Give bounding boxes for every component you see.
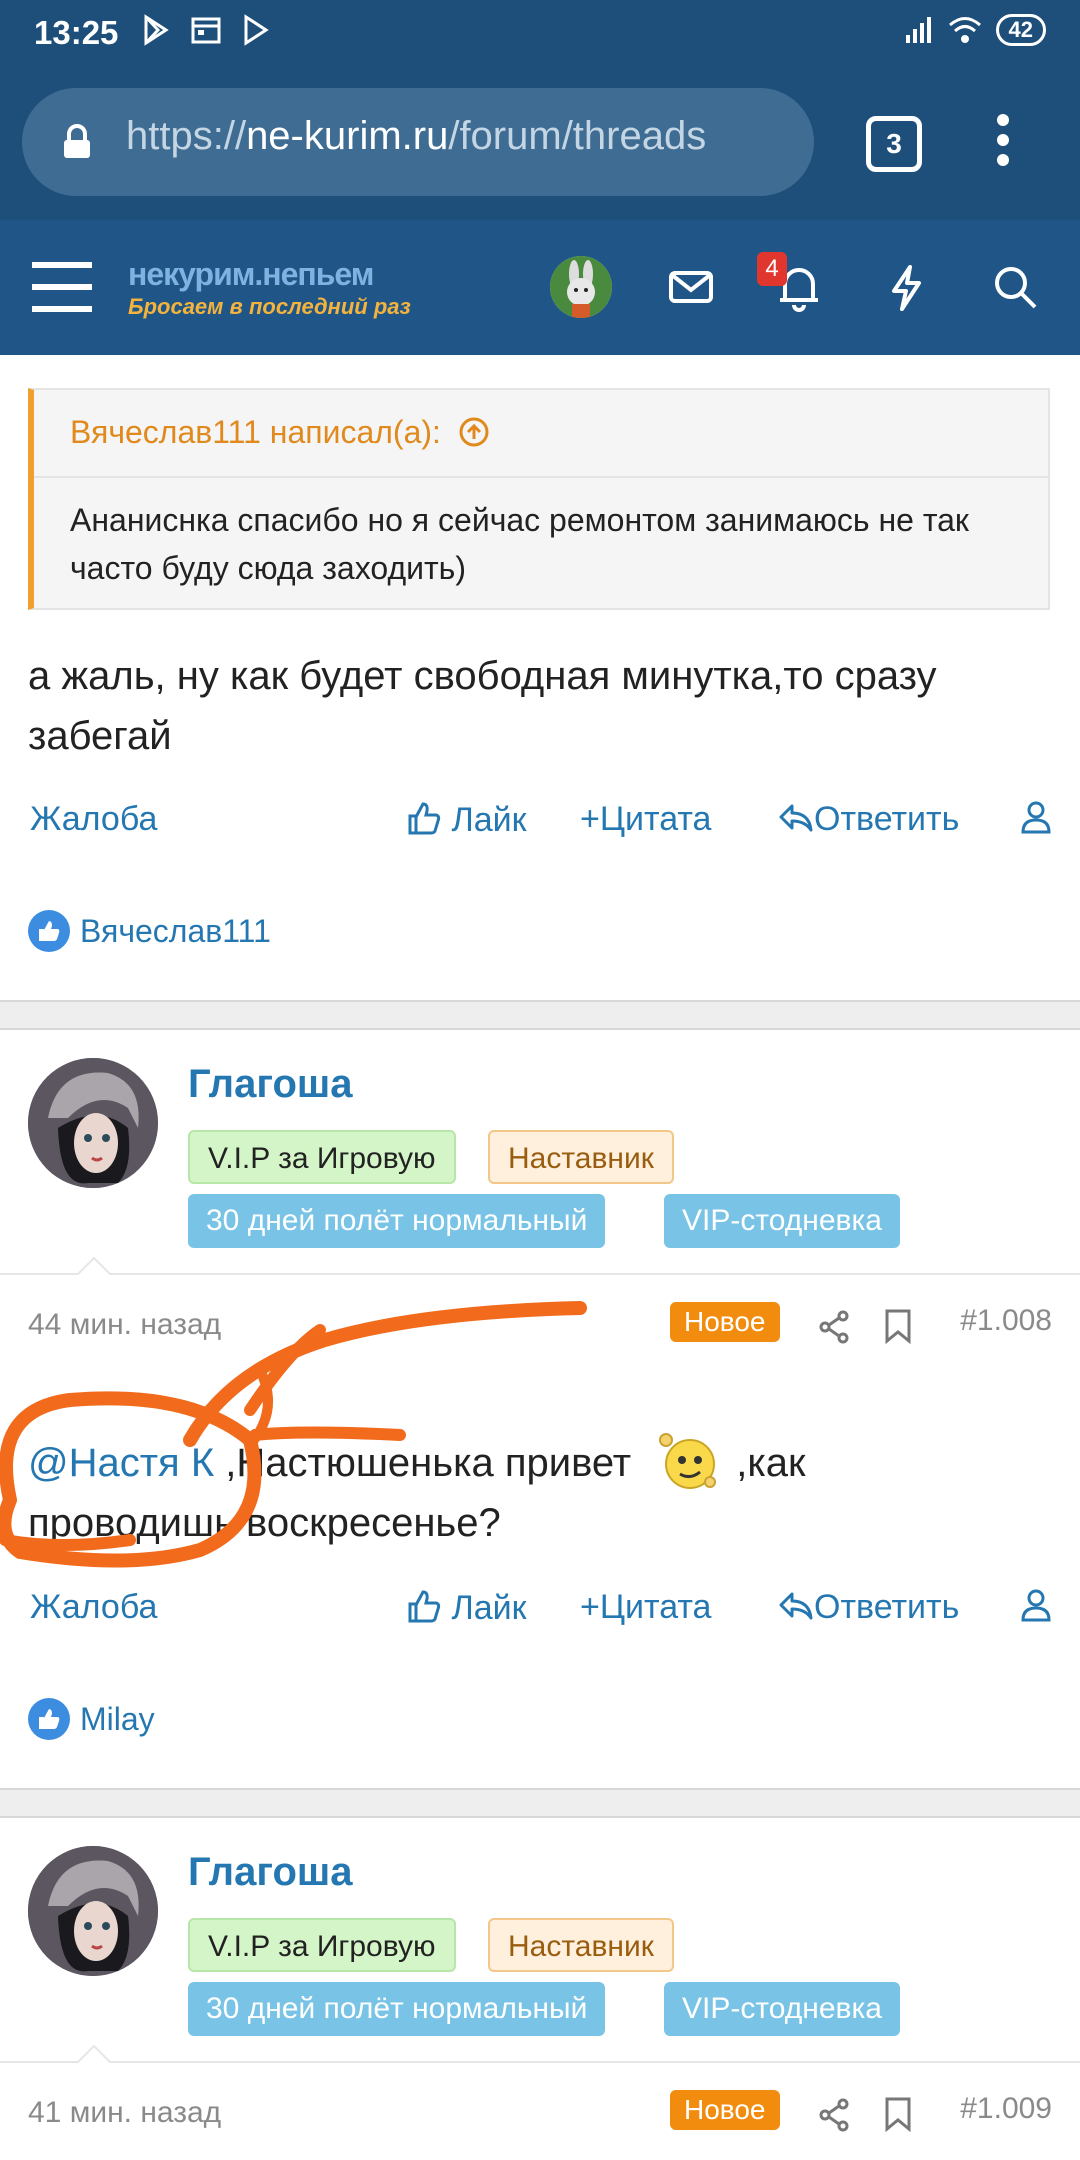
lock-icon <box>64 124 90 158</box>
author-divider <box>0 2061 1080 2063</box>
pointer-notch <box>76 2044 112 2064</box>
url-text: https://ne-kurim.ru/forum/threads <box>126 114 707 158</box>
pointer-notch <box>76 1256 112 1276</box>
bookmark-icon[interactable] <box>884 1308 912 1344</box>
mail-icon[interactable] <box>668 264 714 310</box>
thumbs-up-icon <box>408 1590 441 1623</box>
more-options-icon[interactable] <box>988 112 1018 168</box>
post-separator <box>0 1000 1080 1030</box>
thumbs-up-icon <box>408 802 441 835</box>
post-actions: Жалоба Лайк +Цитата Ответить <box>0 800 1080 860</box>
like-button[interactable]: Лайк <box>406 800 527 840</box>
site-tagline: Бросаем в последний раз <box>128 294 411 319</box>
post-number[interactable]: #1.008 <box>960 1304 1052 1338</box>
browser-toolbar: https://ne-kurim.ru/forum/threads 3 <box>0 66 1080 220</box>
quote-block: Вячеслав111 написал(а): Ананиснка спасиб… <box>28 388 1050 610</box>
user-avatar[interactable] <box>550 256 612 318</box>
author-name[interactable]: Глагоша <box>188 1062 353 1107</box>
report-link[interactable]: Жалоба <box>30 1588 157 1627</box>
address-bar[interactable]: https://ne-kurim.ru/forum/threads <box>22 88 814 196</box>
user-badge: Наставник <box>488 1130 674 1184</box>
author-name[interactable]: Глагоша <box>188 1850 353 1895</box>
notification-count-badge: 4 <box>757 252 787 286</box>
signal-icon <box>905 17 931 43</box>
reply-icon <box>779 1592 813 1620</box>
new-badge: Новое <box>670 2090 780 2130</box>
post-time[interactable]: 41 мин. назад <box>28 2096 221 2130</box>
author-divider <box>0 1273 1080 1275</box>
reply-button[interactable]: Ответить <box>778 800 959 839</box>
post-actions: Жалоба Лайк +Цитата Ответить <box>0 1588 1080 1648</box>
likes-summary[interactable]: Вячеслав111 <box>28 910 271 952</box>
hamburger-menu-icon[interactable] <box>32 260 92 314</box>
calendar-icon <box>191 17 221 44</box>
status-notification-icons <box>140 14 272 46</box>
wifi-icon <box>948 17 981 43</box>
user-icon[interactable] <box>1020 1588 1052 1631</box>
quote-author[interactable]: Вячеслав111 написал(а): <box>70 414 490 451</box>
status-time: 13:25 <box>34 14 119 51</box>
quote-button[interactable]: +Цитата <box>580 800 711 839</box>
like-reaction-icon <box>28 1698 70 1740</box>
share-icon[interactable] <box>818 1310 850 1344</box>
author-avatar[interactable] <box>28 1058 158 1188</box>
play-icon <box>244 14 269 46</box>
girl-avatar-icon <box>28 1846 158 1976</box>
site-logo[interactable]: некурим.непьем <box>128 256 374 293</box>
user-badge: V.I.P за Игровую <box>188 1918 456 1972</box>
user-badge: VIP-стодневка <box>664 1982 900 2036</box>
reply-button[interactable]: Ответить <box>778 1588 959 1627</box>
lightning-icon[interactable] <box>886 264 926 312</box>
likers-names[interactable]: Milay <box>80 1701 155 1738</box>
post-number[interactable]: #1.009 <box>960 2092 1052 2126</box>
bunny-avatar-icon <box>550 256 612 318</box>
post-meta: 41 мин. назад Новое #1.009 <box>0 2088 1080 2144</box>
tab-switcher-button[interactable]: 3 <box>866 116 922 172</box>
user-badge: 30 дней полёт нормальный <box>188 1982 606 2036</box>
author-avatar[interactable] <box>28 1846 158 1976</box>
like-button[interactable]: Лайк <box>406 1588 527 1628</box>
report-link[interactable]: Жалоба <box>30 800 157 839</box>
girl-avatar-icon <box>28 1058 158 1188</box>
site-header: некурим.непьем Бросаем в последний раз 4 <box>0 220 1080 355</box>
hand-drawn-annotation <box>0 1301 587 1568</box>
post-author-block: Глагоша V.I.P за Игровую Наставник 30 дн… <box>0 1030 1080 1276</box>
user-badge: Наставник <box>488 1918 674 1972</box>
user-badge: 30 дней полёт нормальный <box>188 1194 606 1248</box>
post-author-block: Глагоша V.I.P за Игровую Наставник 30 дн… <box>0 1818 1080 2064</box>
likes-summary[interactable]: Milay <box>28 1698 155 1740</box>
post-separator <box>0 1788 1080 1818</box>
bookmark-icon[interactable] <box>884 2096 912 2132</box>
smiley-emoji-icon <box>659 1433 717 1489</box>
arrow-up-circle-icon[interactable] <box>458 416 490 448</box>
search-icon[interactable] <box>992 264 1038 310</box>
post-message: а жаль, ну как будет свободная минутка,т… <box>28 654 937 758</box>
user-badge: V.I.P за Игровую <box>188 1130 456 1184</box>
likers-names[interactable]: Вячеслав111 <box>80 913 271 950</box>
share-icon[interactable] <box>818 2098 850 2132</box>
user-icon[interactable] <box>1020 800 1052 843</box>
quote-button[interactable]: +Цитата <box>580 1588 711 1627</box>
status-bar: 13:25 42 <box>0 0 1080 66</box>
reply-icon <box>779 804 813 832</box>
quote-text: Ананиснка спасибо но я сейчас ремонтом з… <box>70 502 969 586</box>
battery-indicator: 42 <box>995 14 1046 46</box>
new-badge: Новое <box>670 1302 780 1342</box>
play-store-icon <box>144 14 169 46</box>
like-reaction-icon <box>28 910 70 952</box>
quote-divider <box>34 476 1048 478</box>
user-badge: VIP-стодневка <box>664 1194 900 1248</box>
